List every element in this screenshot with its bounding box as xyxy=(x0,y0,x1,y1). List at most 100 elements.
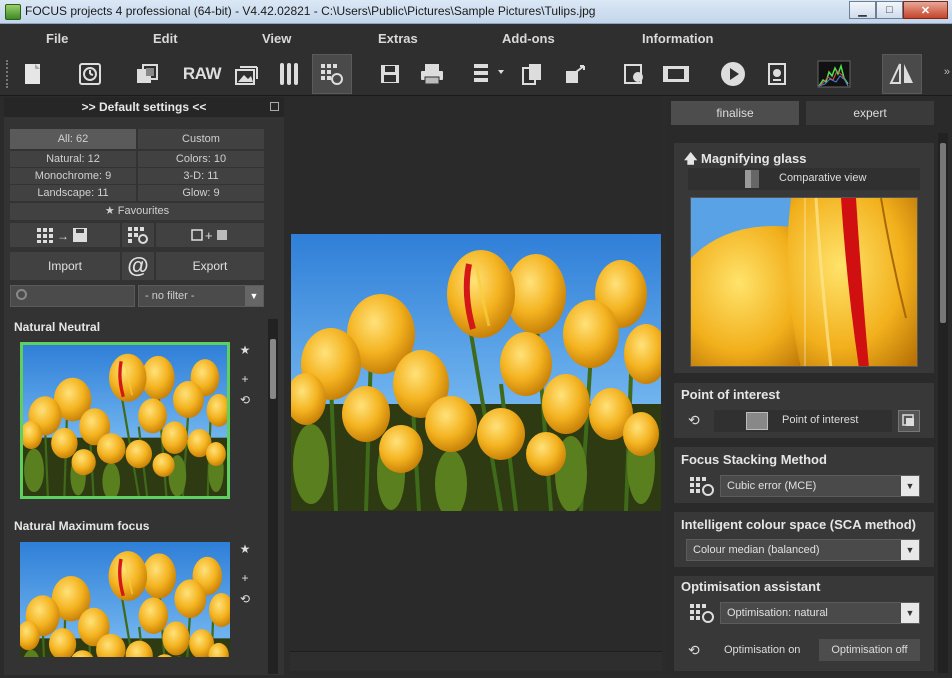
chevron-down-icon[interactable]: ▼ xyxy=(901,540,919,560)
printer-icon xyxy=(421,64,443,85)
menu-file[interactable]: File xyxy=(46,31,68,46)
presets-scrollbar[interactable] xyxy=(268,319,278,674)
add-icon[interactable]: + xyxy=(238,571,252,585)
grid-to-save-icon: → xyxy=(37,228,87,243)
history-button[interactable] xyxy=(70,54,110,94)
colour-space-value: Colour median (balanced) xyxy=(693,544,820,556)
tab-expert[interactable]: expert xyxy=(806,101,934,125)
toolbar-overflow-icon[interactable]: » xyxy=(944,66,950,78)
poi-toggle[interactable] xyxy=(746,412,768,430)
category-colors[interactable]: Colors: 10 xyxy=(138,151,264,167)
save-button[interactable] xyxy=(370,54,410,94)
poi-label: Point of interest xyxy=(782,414,859,426)
category-glow[interactable]: Glow: 9 xyxy=(138,185,264,201)
chevron-down-icon[interactable]: ▼ xyxy=(901,476,919,496)
refresh-icon[interactable]: ⟲ xyxy=(688,412,700,429)
toolbar-grip xyxy=(6,60,9,88)
document-icon xyxy=(25,64,40,84)
colour-space-select[interactable]: Colour median (balanced) ▼ xyxy=(686,539,920,561)
category-all[interactable]: All: 62 xyxy=(10,129,136,149)
filter-select[interactable]: - no filter - ▼ xyxy=(138,285,264,307)
add-icon[interactable]: + xyxy=(238,372,252,386)
tools-button[interactable] xyxy=(269,54,309,94)
favourite-star-icon[interactable]: ★ xyxy=(238,343,252,357)
favourite-star-icon[interactable]: ★ xyxy=(238,542,252,556)
export-button[interactable]: Export xyxy=(156,252,264,280)
grid-gear-icon xyxy=(690,604,714,623)
histogram-button[interactable] xyxy=(814,54,854,94)
category-favourites[interactable]: ★ Favourites xyxy=(10,203,264,220)
optimisation-icon xyxy=(688,602,718,624)
optimisation-on-button[interactable]: Optimisation on xyxy=(724,644,800,656)
filter-value: - no filter - xyxy=(145,290,195,302)
category-landscape[interactable]: Landscape: 11 xyxy=(10,185,136,201)
preset-search-input[interactable] xyxy=(10,285,135,307)
minimize-button[interactable]: ▁ xyxy=(849,1,876,19)
presets-panel: >> Default settings << All: 62 Custom Na… xyxy=(4,97,284,675)
email-button[interactable]: @ xyxy=(122,252,154,280)
print-button[interactable] xyxy=(412,54,452,94)
title-bar: FOCUS projects 4 professional (64-bit) -… xyxy=(0,0,952,24)
preset-thumbnail-natural-neutral[interactable] xyxy=(20,342,230,499)
menu-view[interactable]: View xyxy=(262,31,291,46)
chevron-down-icon[interactable]: ▼ xyxy=(245,286,263,306)
poi-reset-button[interactable] xyxy=(898,410,920,432)
category-custom[interactable]: Custom xyxy=(138,129,264,149)
stacking-method-select[interactable]: Cubic error (MCE) ▼ xyxy=(720,475,920,497)
chevron-down-icon[interactable]: ▼ xyxy=(901,603,919,623)
close-button[interactable]: ✕ xyxy=(903,1,948,19)
menu-addons[interactable]: Add-ons xyxy=(502,31,555,46)
landscape-stack-icon xyxy=(235,66,258,85)
main-preview-image[interactable] xyxy=(291,234,661,511)
window-controls: ▁ □ ✕ xyxy=(849,1,948,19)
arrow-up-icon[interactable]: 🡅 xyxy=(684,151,701,166)
scrollbar-thumb[interactable] xyxy=(270,339,276,399)
menu-edit[interactable]: Edit xyxy=(153,31,178,46)
optimisation-section: Optimisation assistant Optimisation: nat… xyxy=(674,576,934,671)
new-project-button[interactable] xyxy=(13,54,53,94)
category-monochrome[interactable]: Monochrome: 9 xyxy=(10,168,136,184)
preset-thumbnail-natural-max-focus[interactable] xyxy=(20,542,230,657)
plugin-icon xyxy=(624,64,643,84)
export-menu-button[interactable] xyxy=(468,54,508,94)
settings-mode-button[interactable] xyxy=(312,54,352,94)
compare-view-button[interactable] xyxy=(882,54,922,94)
import-button[interactable]: Import xyxy=(10,252,120,280)
category-natural[interactable]: Natural: 12 xyxy=(10,151,136,167)
slideshow-button[interactable] xyxy=(713,54,753,94)
menu-extras[interactable]: Extras xyxy=(378,31,418,46)
tab-finalise[interactable]: finalise xyxy=(671,101,799,125)
info-button[interactable] xyxy=(757,54,797,94)
scrollbar-thumb[interactable] xyxy=(940,143,946,323)
combine-presets-button[interactable]: + xyxy=(156,223,264,247)
maximize-button[interactable]: □ xyxy=(876,1,903,19)
window-title: FOCUS projects 4 professional (64-bit) -… xyxy=(25,4,596,18)
plugin-button[interactable] xyxy=(614,54,654,94)
optimisation-select[interactable]: Optimisation: natural ▼ xyxy=(720,602,920,624)
preset-settings-button[interactable] xyxy=(122,223,154,247)
film-button[interactable] xyxy=(656,54,696,94)
comparative-row: Comparative view xyxy=(688,168,920,190)
raw-button[interactable]: RAW xyxy=(182,54,222,94)
refresh-icon[interactable]: ⟲ xyxy=(238,393,252,407)
histogram-icon xyxy=(817,60,851,88)
menu-information[interactable]: Information xyxy=(642,31,714,46)
magnifier-preview[interactable] xyxy=(690,197,918,367)
category-3d[interactable]: 3-D: 11 xyxy=(138,168,264,184)
tulips-image xyxy=(291,234,661,511)
optimisation-off-button[interactable]: Optimisation off xyxy=(819,639,920,661)
settings-scrollbar[interactable] xyxy=(938,133,948,673)
refresh-icon[interactable]: ⟲ xyxy=(688,642,700,659)
stacking-icon xyxy=(688,475,718,497)
copy-button[interactable] xyxy=(513,54,553,94)
magnifier-title-text: Magnifying glass xyxy=(700,151,807,166)
refresh-icon[interactable]: ⟲ xyxy=(238,592,252,606)
open-images-button[interactable] xyxy=(127,54,167,94)
poi-row: Point of interest xyxy=(714,410,892,432)
undock-icon[interactable] xyxy=(270,102,279,111)
save-preset-button[interactable]: → xyxy=(10,223,120,247)
image-stack-icon xyxy=(137,64,158,83)
gallery-button[interactable] xyxy=(227,54,267,94)
share-button[interactable] xyxy=(557,54,597,94)
compare-toggle[interactable] xyxy=(745,170,759,188)
